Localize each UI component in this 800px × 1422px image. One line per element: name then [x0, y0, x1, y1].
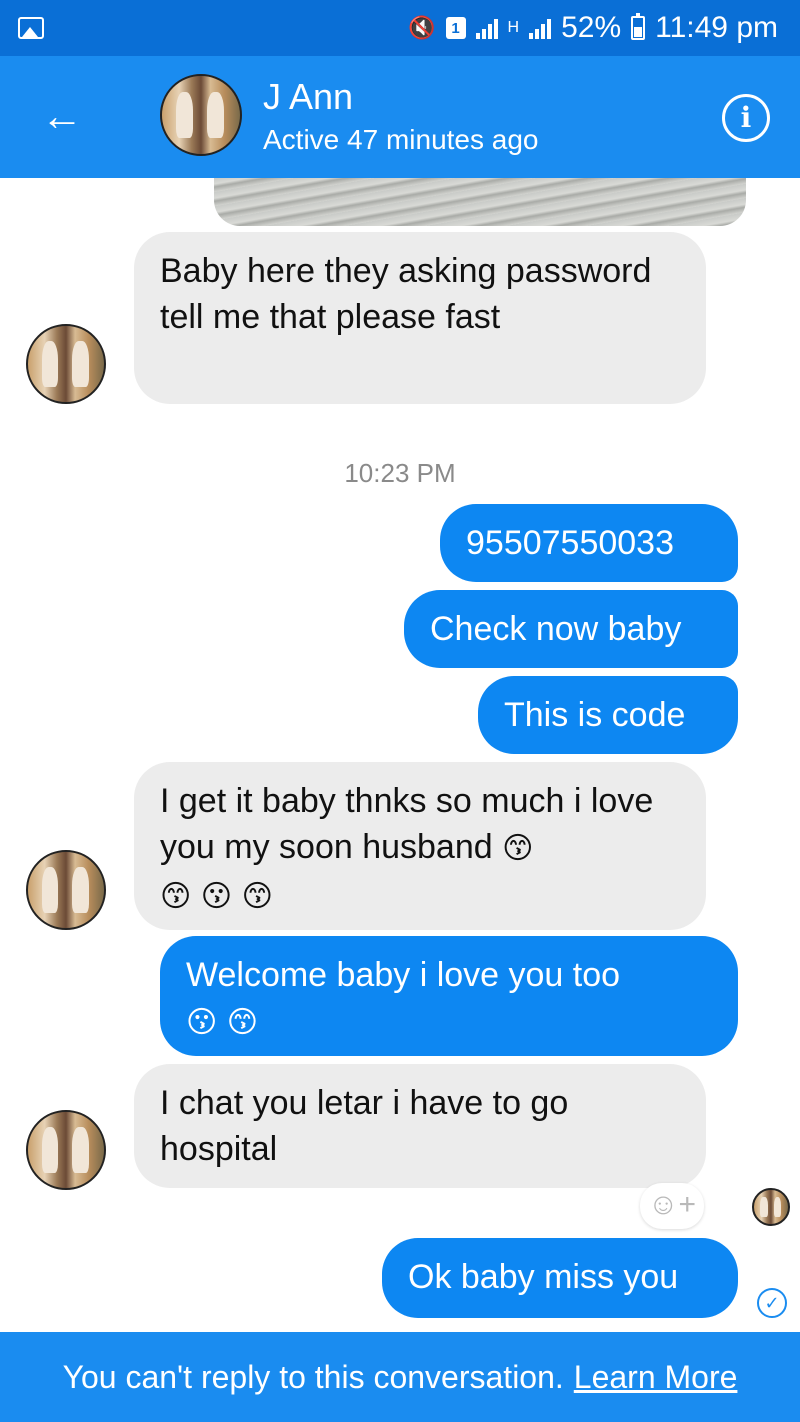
sim-icon: 1: [445, 17, 466, 39]
active-status: Active 47 minutes ago: [263, 124, 539, 155]
message-bubble-outgoing[interactable]: 95507550033: [440, 504, 738, 582]
delivered-check-icon: ✓: [757, 1288, 787, 1318]
message-bubble-outgoing[interactable]: Check now baby: [404, 590, 738, 668]
contact-avatar[interactable]: [160, 74, 242, 156]
message-list[interactable]: Baby here they asking password tell me t…: [0, 178, 800, 1332]
info-button[interactable]: i: [722, 94, 770, 142]
contact-name[interactable]: J Ann: [263, 76, 353, 118]
message-bubble-outgoing[interactable]: Ok baby miss you: [382, 1238, 738, 1318]
message-text: This is code: [504, 696, 686, 734]
status-right: 🔇 1 H 52% 11:49 pm: [408, 11, 778, 45]
signal-icon: [475, 17, 498, 39]
info-icon: i: [740, 101, 752, 134]
smiley-plus-icon: ☺+: [647, 1188, 697, 1221]
message-bubble-incoming[interactable]: I chat you letar i have to go hospital: [134, 1064, 706, 1188]
back-button[interactable]: ←: [38, 94, 86, 142]
status-time: 11:49 pm: [655, 11, 778, 44]
battery-percent: 52%: [561, 11, 622, 44]
sender-avatar[interactable]: [26, 324, 106, 404]
message-text: 95507550033: [466, 524, 675, 562]
message-bubble-incoming[interactable]: I get it baby thnks so much i love you m…: [134, 762, 706, 930]
status-bar: 🔇 1 H 52% 11:49 pm: [0, 0, 800, 56]
message-bubble-outgoing[interactable]: This is code: [478, 676, 738, 754]
signal-icon-2: [529, 17, 552, 39]
message-text: Baby here they asking password tell me t…: [160, 252, 652, 336]
message-text: I chat you letar i have to go hospital: [160, 1084, 569, 1168]
arrow-left-icon: ←: [41, 92, 83, 139]
message-text: I get it baby thnks so much i love you m…: [160, 782, 654, 866]
battery-icon: [631, 13, 646, 40]
message-text: Check now baby: [430, 610, 682, 648]
sender-avatar[interactable]: [26, 850, 106, 930]
learn-more-link[interactable]: Learn More: [574, 1359, 738, 1396]
status-left: [18, 17, 44, 39]
conversation-header: ← J Ann Active 47 minutes ago i: [0, 56, 800, 178]
sender-avatar[interactable]: [26, 1110, 106, 1190]
reply-disabled-banner: You can't reply to this conversation. Le…: [0, 1332, 800, 1422]
mute-icon: 🔇: [408, 15, 436, 40]
gallery-icon: [18, 17, 44, 39]
message-bubble-outgoing[interactable]: Welcome baby i love you too 😗 😙: [160, 936, 738, 1056]
add-reaction-button[interactable]: ☺+: [640, 1183, 704, 1229]
message-text: Welcome baby i love you too: [186, 956, 621, 994]
message-timestamp: 10:23 PM: [344, 458, 456, 488]
message-emojis: 😗 😙: [186, 1005, 259, 1040]
seen-by-avatar: [752, 1188, 790, 1226]
network-type-label: H: [507, 19, 520, 36]
reply-disabled-notice: You can't reply to this conversation.: [62, 1358, 564, 1395]
message-bubble-incoming[interactable]: Baby here they asking password tell me t…: [134, 232, 706, 404]
image-attachment[interactable]: [214, 178, 746, 226]
message-text: Ok baby miss you: [408, 1258, 679, 1296]
